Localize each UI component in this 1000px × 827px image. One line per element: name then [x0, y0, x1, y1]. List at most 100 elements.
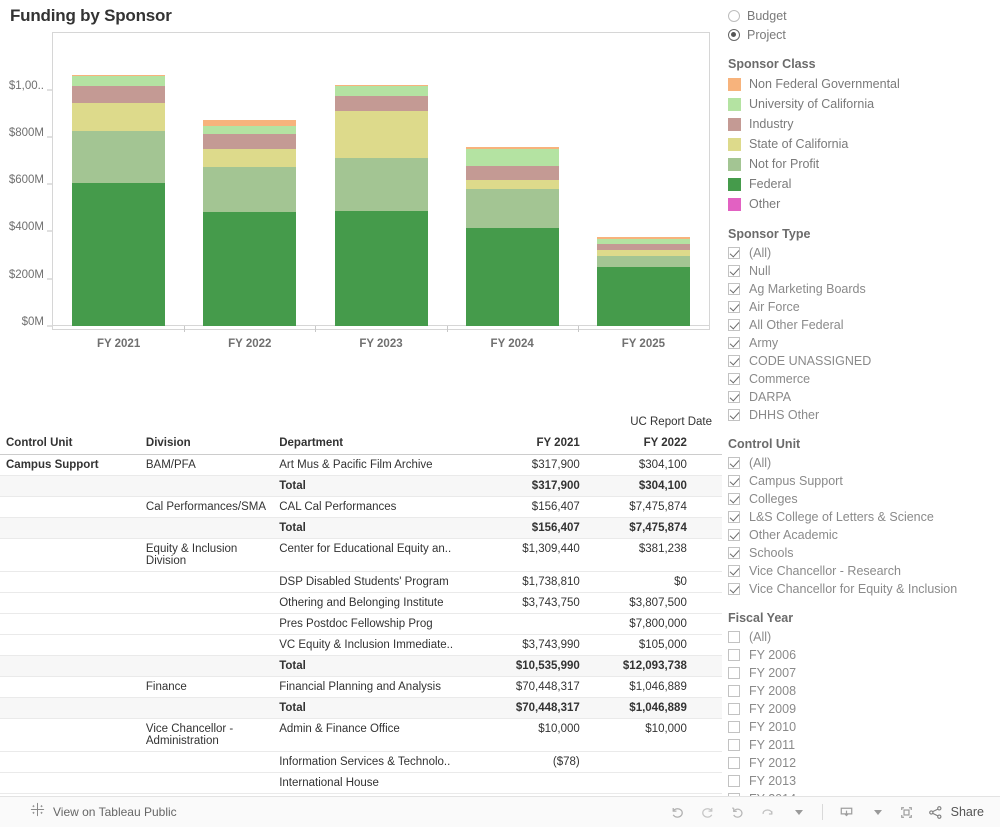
filter-item[interactable]: Army [728, 334, 1000, 352]
fiscal-year-filter[interactable]: (All) FY 2006 FY 2007 FY 2008 FY 2009 FY 2010… [728, 628, 1000, 808]
table-row[interactable]: Total$10,535,990$12,093,738$8,088,79 [0, 655, 722, 677]
bar-stack[interactable] [72, 75, 166, 326]
funding-detail-table[interactable]: UC Report Date Control Unit Division Dep… [0, 412, 722, 796]
legend-item[interactable]: Not for Profit [728, 154, 1000, 174]
bar-segment[interactable] [596, 256, 690, 268]
bar-segment[interactable] [596, 267, 690, 326]
checkbox-icon[interactable] [728, 685, 740, 697]
bar-segment[interactable] [72, 131, 166, 183]
bar-stack[interactable] [203, 120, 297, 326]
legend-item[interactable]: University of California [728, 94, 1000, 114]
table-row[interactable]: Cal Performances/SMA CAL Cal Performances… [0, 496, 722, 518]
bar-segment[interactable] [334, 210, 428, 326]
filter-item[interactable]: FY 2012 [728, 754, 1000, 772]
checkbox-icon[interactable] [728, 775, 740, 787]
filter-item[interactable]: Campus Support [728, 472, 1000, 490]
filter-item[interactable]: Schools [728, 544, 1000, 562]
bar-segment[interactable] [203, 211, 297, 326]
bar-stack[interactable] [334, 84, 428, 326]
checkbox-icon[interactable] [728, 493, 740, 505]
header-fy2021[interactable]: FY 2021 [478, 434, 586, 455]
bar-segment[interactable] [203, 167, 297, 212]
legend-item[interactable]: Federal [728, 174, 1000, 194]
filter-item[interactable]: Ag Marketing Boards [728, 280, 1000, 298]
checkbox-icon[interactable] [728, 301, 740, 313]
checkbox-icon[interactable] [728, 409, 740, 421]
filter-item[interactable]: FY 2006 [728, 646, 1000, 664]
redo-button[interactable] [693, 799, 723, 825]
filter-item[interactable]: FY 2013 [728, 772, 1000, 790]
measure-radio-group[interactable]: Budget Project [728, 6, 1000, 44]
bar-segment[interactable] [203, 148, 297, 168]
filter-item[interactable]: Vice Chancellor - Research [728, 562, 1000, 580]
filter-item[interactable]: L&S College of Letters & Science [728, 508, 1000, 526]
bar-segment[interactable] [72, 76, 166, 86]
table-row[interactable]: Vice Chancellor - Administration Admin & … [0, 718, 722, 752]
bar-segment[interactable] [72, 102, 166, 132]
header-division[interactable]: Division [139, 434, 274, 455]
bar-segment[interactable] [72, 85, 166, 103]
filter-item[interactable]: (All) [728, 628, 1000, 646]
filter-item[interactable]: FY 2010 [728, 718, 1000, 736]
filter-item[interactable]: Commerce [728, 370, 1000, 388]
share-button[interactable]: Share [926, 803, 984, 822]
legend-item[interactable]: State of California [728, 134, 1000, 154]
filter-item[interactable]: All Other Federal [728, 316, 1000, 334]
legend-item[interactable]: Industry [728, 114, 1000, 134]
legend-item[interactable]: Non Federal Governmental [728, 74, 1000, 94]
filter-item[interactable]: (All) [728, 454, 1000, 472]
filter-item[interactable]: DARPA [728, 388, 1000, 406]
checkbox-icon[interactable] [728, 547, 740, 559]
fullscreen-button[interactable] [892, 799, 922, 825]
header-department[interactable]: Department [273, 434, 479, 455]
bar-segment[interactable] [334, 86, 428, 96]
checkbox-icon[interactable] [728, 667, 740, 679]
bar-segment[interactable] [465, 166, 559, 180]
checkbox-icon[interactable] [728, 265, 740, 277]
checkbox-icon[interactable] [728, 703, 740, 715]
table-row[interactable]: DSP Disabled Students' Program $1,738,810… [0, 571, 722, 593]
table-row[interactable]: Information Services & Technolo.. ($78) [0, 751, 722, 773]
checkbox-icon[interactable] [728, 457, 740, 469]
control-unit-filter[interactable]: (All) Campus Support Colleges L&S College o… [728, 454, 1000, 598]
download-dropdown-caret[interactable] [862, 799, 892, 825]
checkbox-icon[interactable] [728, 565, 740, 577]
bar-segment[interactable] [334, 111, 428, 158]
filter-item[interactable]: Air Force [728, 298, 1000, 316]
checkbox-icon[interactable] [728, 319, 740, 331]
table-row[interactable]: Total$156,407$7,475,874$164,40 [0, 517, 722, 539]
table-row[interactable]: International House $30,00 [0, 772, 722, 794]
checkbox-icon[interactable] [728, 631, 740, 643]
radio-project[interactable]: Project [728, 25, 1000, 44]
bar-segment[interactable] [203, 125, 297, 134]
sponsor-type-filter[interactable]: (All) Null Ag Marketing Boards Air Force All… [728, 244, 1000, 424]
checkbox-icon[interactable] [728, 475, 740, 487]
radio-budget[interactable]: Budget [728, 6, 1000, 25]
table-row[interactable]: Pres Postdoc Fellowship Prog $7,800,000$ [0, 613, 722, 635]
sponsor-class-legend[interactable]: Non Federal Governmental University of Ca… [728, 74, 1000, 214]
bar-segment[interactable] [465, 189, 559, 229]
checkbox-icon[interactable] [728, 247, 740, 259]
filter-item[interactable]: FY 2009 [728, 700, 1000, 718]
bar-segment[interactable] [334, 157, 428, 211]
filter-item[interactable]: Null [728, 262, 1000, 280]
radio-icon[interactable] [728, 9, 740, 22]
filter-item[interactable]: Colleges [728, 490, 1000, 508]
filter-item[interactable]: DHHS Other [728, 406, 1000, 424]
checkbox-icon[interactable] [728, 649, 740, 661]
bar-segment[interactable] [72, 182, 166, 326]
filter-item[interactable]: CODE UNASSIGNED [728, 352, 1000, 370]
table-row[interactable]: Total$317,900$304,100$375,90 [0, 475, 722, 497]
filter-item[interactable]: Other Academic [728, 526, 1000, 544]
radio-icon[interactable] [728, 28, 740, 41]
refresh-button[interactable] [753, 799, 783, 825]
filter-item[interactable]: FY 2011 [728, 736, 1000, 754]
table-row[interactable]: Othering and Belonging Institute $3,743,7… [0, 592, 722, 614]
filter-item[interactable]: Vice Chancellor for Equity & Inclusion [728, 580, 1000, 598]
view-on-tableau-public-link[interactable]: View on Tableau Public [30, 802, 177, 822]
filter-item[interactable]: (All) [728, 244, 1000, 262]
download-button[interactable] [832, 799, 862, 825]
bar-segment[interactable] [334, 95, 428, 112]
checkbox-icon[interactable] [728, 511, 740, 523]
filter-item[interactable]: FY 2007 [728, 664, 1000, 682]
